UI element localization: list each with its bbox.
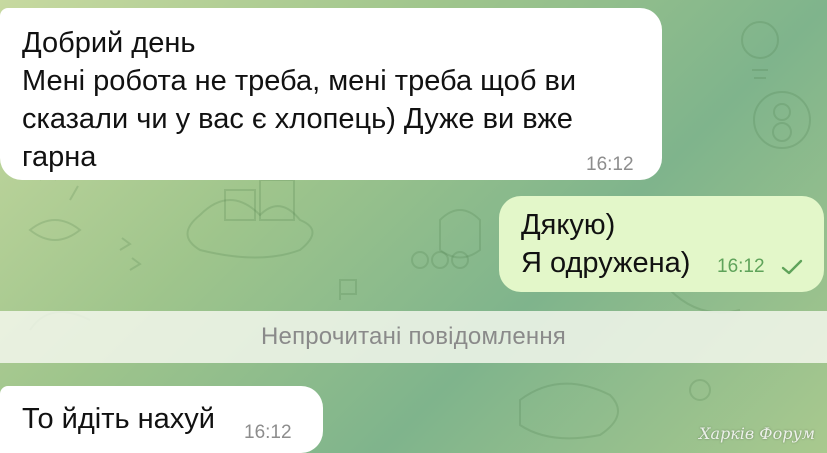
unread-messages-divider: Непрочитані повідомлення	[0, 311, 827, 363]
message-time: 16:12	[586, 154, 634, 175]
incoming-message-bubble[interactable]: То йдіть нахуй 16:12	[0, 386, 323, 453]
incoming-message-bubble[interactable]: Добрий день Мені робота не треба, мені т…	[0, 8, 662, 180]
unread-divider-label: Непрочитані повідомлення	[260, 323, 566, 350]
message-text: Добрий день Мені робота не треба, мені т…	[22, 27, 577, 173]
message-text: Дякую) Я одружена)	[521, 209, 691, 279]
outgoing-message-bubble[interactable]: Дякую) Я одружена) 16:12	[499, 196, 824, 292]
single-check-icon	[781, 259, 803, 275]
watermark: Харків Форум	[699, 424, 815, 443]
message-time: 16:12	[244, 422, 292, 443]
message-time: 16:12	[717, 256, 765, 277]
message-text: То йдіть нахуй	[22, 403, 215, 435]
